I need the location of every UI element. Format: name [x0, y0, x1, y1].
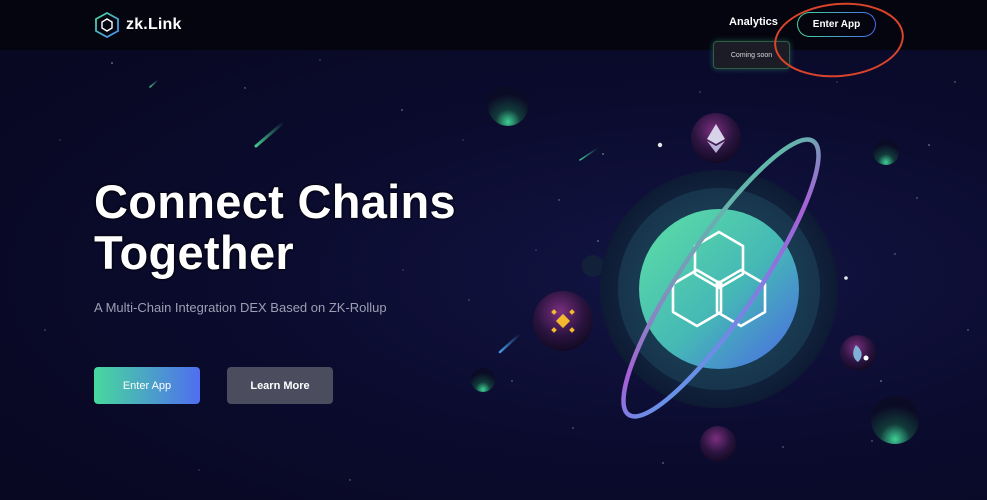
small-planet [582, 255, 604, 277]
small-planet [700, 426, 736, 462]
meteor-streak [254, 120, 286, 148]
nav-analytics-link[interactable]: Analytics [729, 16, 778, 28]
hero-title: Connect Chains Together [94, 176, 514, 278]
coming-soon-tooltip: Coming soon [713, 41, 790, 69]
learn-more-button[interactable]: Learn More [227, 367, 333, 404]
meteor-streak [579, 147, 599, 161]
small-planet [873, 139, 899, 165]
landing-page: zk.Link Analytics Enter App Coming soon … [0, 0, 987, 500]
hero-title-line2: Together [94, 226, 294, 279]
meteor-streak [149, 79, 159, 88]
small-planet [471, 368, 495, 392]
logo-text: zk.Link [126, 16, 182, 33]
hero-subtitle: A Multi-Chain Integration DEX Based on Z… [94, 300, 387, 315]
enter-app-button[interactable]: Enter App [94, 367, 200, 404]
top-nav-bar: zk.Link Analytics Enter App [0, 0, 987, 50]
meteor-streak [498, 332, 522, 354]
small-planet [871, 396, 919, 444]
nav-enter-app-button[interactable]: Enter App [797, 12, 876, 37]
hero-title-line1: Connect Chains [94, 175, 456, 228]
zklink-hexagon-icon [95, 12, 119, 38]
small-planet [488, 86, 528, 126]
logo[interactable]: zk.Link [94, 12, 182, 38]
